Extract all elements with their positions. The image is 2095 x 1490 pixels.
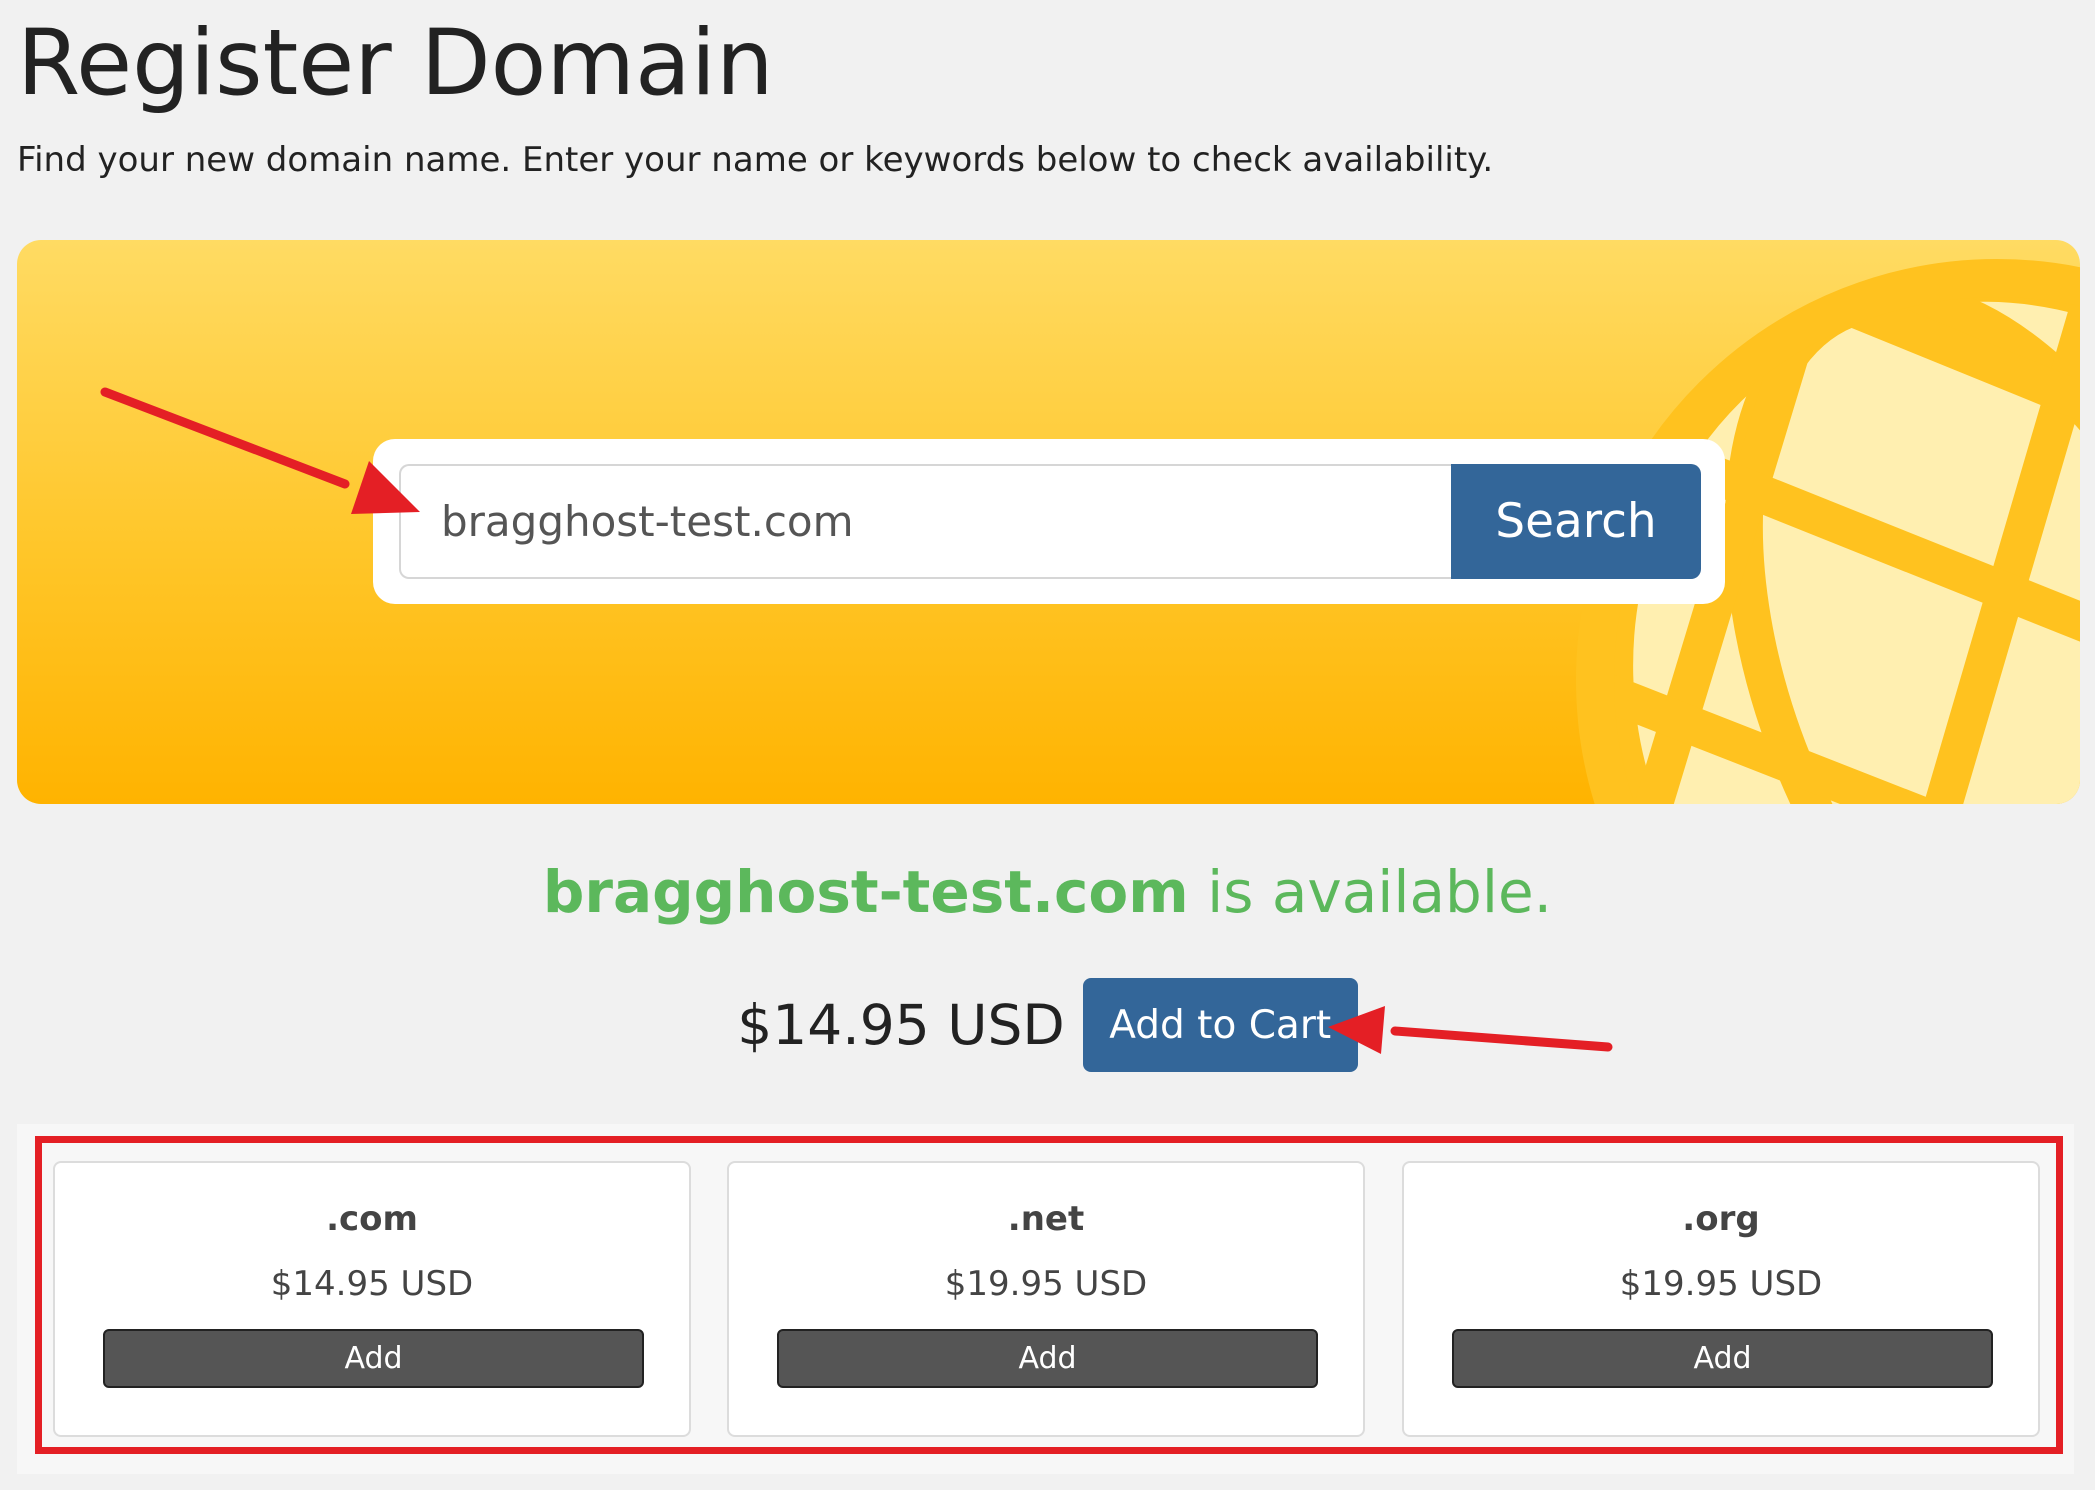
availability-status: is available. bbox=[1188, 858, 1553, 926]
availability-message: bragghost-test.com is available. bbox=[0, 858, 2095, 926]
annotation-highlight-box bbox=[35, 1136, 2063, 1454]
add-to-cart-button[interactable]: Add to Cart bbox=[1082, 978, 1358, 1072]
page-subtitle: Find your new domain name. Enter your na… bbox=[17, 140, 1494, 180]
available-domain-name: bragghost-test.com bbox=[542, 858, 1189, 926]
domain-search-input[interactable] bbox=[399, 464, 1451, 579]
search-box: Search bbox=[373, 439, 1725, 604]
domain-price: $14.95 USD bbox=[737, 993, 1065, 1057]
page-title: Register Domain bbox=[17, 11, 774, 116]
domain-search-hero: Search bbox=[17, 240, 2080, 804]
domain-price-row: $14.95 USD Add to Cart bbox=[0, 978, 2095, 1072]
search-button[interactable]: Search bbox=[1451, 464, 1701, 579]
